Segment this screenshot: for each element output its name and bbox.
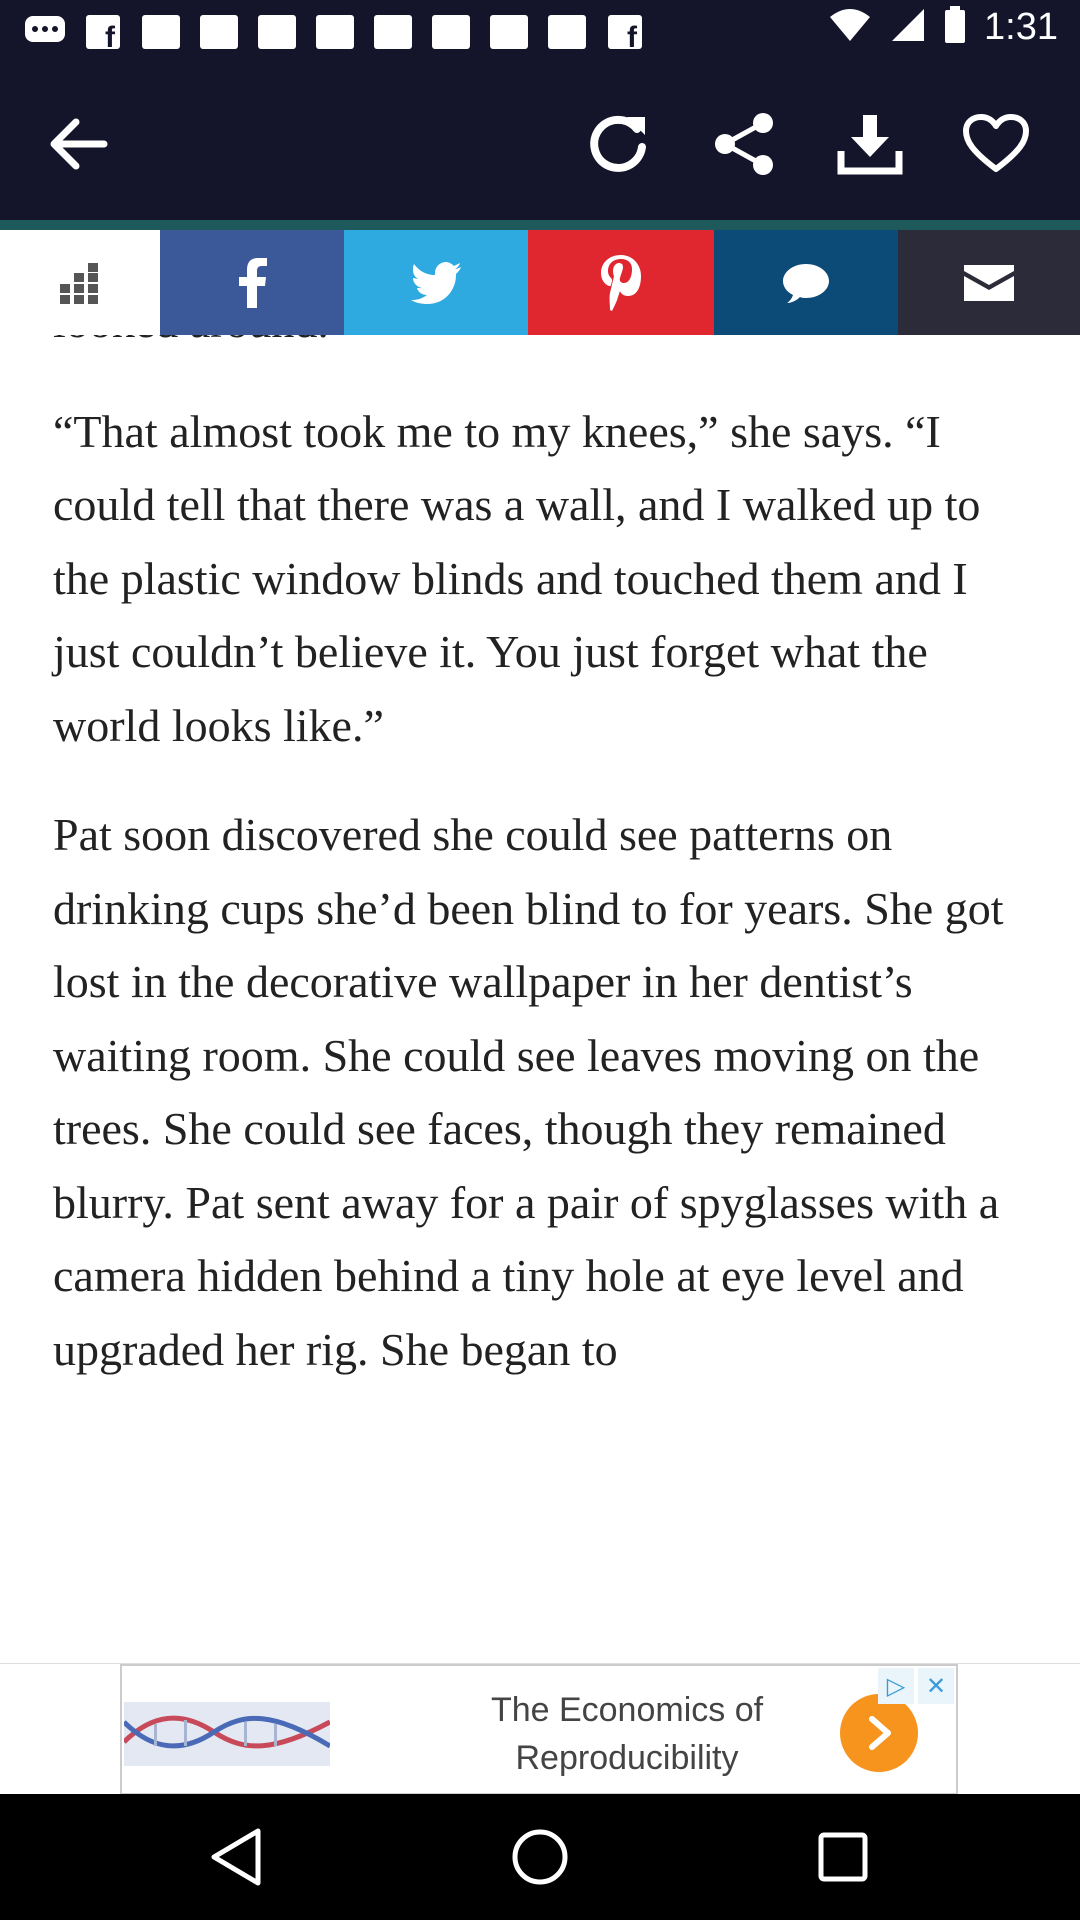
chevron-right-icon (869, 1716, 891, 1750)
favorite-button[interactable] (956, 104, 1036, 184)
square-icon (312, 10, 358, 54)
apps-grid-button[interactable] (0, 230, 160, 335)
system-status: 1:31 (828, 6, 1058, 49)
message-icon (22, 10, 68, 54)
back-button[interactable] (38, 104, 118, 184)
square-icon (138, 10, 184, 54)
share-bar (0, 230, 1080, 335)
square-icon (428, 10, 474, 54)
article-paragraph: “That almost took me to my knees,” she s… (53, 405, 981, 751)
signal-icon (890, 7, 926, 48)
facebook-icon: f (80, 10, 126, 54)
nav-home-button[interactable] (505, 1822, 575, 1892)
article-paragraph: Pat soon discovered she could see patter… (53, 809, 1004, 1375)
refresh-button[interactable] (578, 104, 658, 184)
ad-open-button[interactable] (840, 1694, 918, 1772)
facebook-share-button[interactable] (160, 230, 344, 335)
notification-icons: f f (22, 10, 648, 54)
ad-headline[interactable]: The Economics of Reproducibility (417, 1686, 837, 1782)
square-icon (196, 10, 242, 54)
square-icon (370, 10, 416, 54)
ad-box[interactable]: The Economics of Reproducibility ▷ ✕ (120, 1664, 958, 1795)
speech-bubble-icon (783, 263, 829, 303)
svg-text:f: f (105, 21, 116, 50)
ad-badges: ▷ ✕ (878, 1668, 954, 1704)
email-share-button[interactable] (898, 230, 1080, 335)
adchoices-icon[interactable]: ▷ (878, 1668, 914, 1704)
heart-icon (963, 114, 1029, 172)
back-arrow-icon (50, 118, 108, 170)
twitter-bird-icon (411, 261, 461, 304)
nav-recents-button[interactable] (808, 1822, 878, 1892)
clock: 1:31 (984, 6, 1058, 48)
square-icon (486, 10, 532, 54)
square-icon (544, 10, 590, 54)
circle-home-icon (512, 1829, 568, 1885)
nav-back-button[interactable] (201, 1822, 271, 1892)
accent-line (0, 220, 1080, 230)
article-text: looked around. “That almost took me to m… (53, 335, 1033, 1422)
ad-line-2: Reproducibility (515, 1739, 739, 1777)
refresh-icon (590, 115, 646, 172)
share-icon (715, 113, 773, 175)
square-icon (254, 10, 300, 54)
wifi-icon (828, 7, 872, 48)
sms-share-button[interactable] (714, 230, 898, 335)
ad-banner: The Economics of Reproducibility ▷ ✕ (0, 1663, 1080, 1795)
article-body[interactable]: looked around. “That almost took me to m… (0, 335, 1080, 1663)
square-recents-icon (818, 1832, 868, 1882)
pinterest-icon (601, 254, 641, 311)
facebook-icon (239, 257, 267, 308)
app-bar (0, 64, 1080, 220)
facebook-icon: f (602, 10, 648, 54)
download-button[interactable] (830, 104, 910, 184)
battery-icon (944, 6, 966, 49)
share-button[interactable] (704, 104, 784, 184)
ad-close-icon[interactable]: ✕ (918, 1668, 954, 1704)
svg-text:f: f (627, 21, 638, 50)
triangle-back-icon (211, 1828, 261, 1886)
twitter-share-button[interactable] (344, 230, 528, 335)
download-icon (837, 115, 903, 175)
article-paragraph: looked around. (53, 335, 1033, 359)
navigation-bar (0, 1794, 1080, 1920)
grid-icon (60, 262, 98, 304)
ad-dna-image (124, 1702, 330, 1766)
envelope-icon (964, 264, 1014, 301)
pinterest-share-button[interactable] (528, 230, 714, 335)
status-bar: f f 1:31 (0, 0, 1080, 64)
ad-line-1: The Economics of (490, 1691, 764, 1729)
